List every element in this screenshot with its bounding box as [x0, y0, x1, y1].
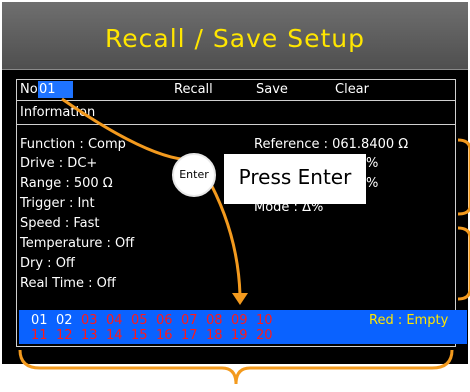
arrow-head-icon: [232, 293, 248, 305]
bottom-brace-icon: [18, 349, 454, 385]
enter-key-label: Enter: [179, 168, 209, 181]
enter-key-icon: Enter: [172, 153, 216, 197]
press-enter-callout: Press Enter: [224, 154, 366, 204]
right-bracket-icon: [457, 226, 470, 301]
annotation-curve: [61, 97, 193, 162]
press-enter-text: Press Enter: [238, 165, 352, 189]
right-bracket-icon: [457, 138, 470, 216]
